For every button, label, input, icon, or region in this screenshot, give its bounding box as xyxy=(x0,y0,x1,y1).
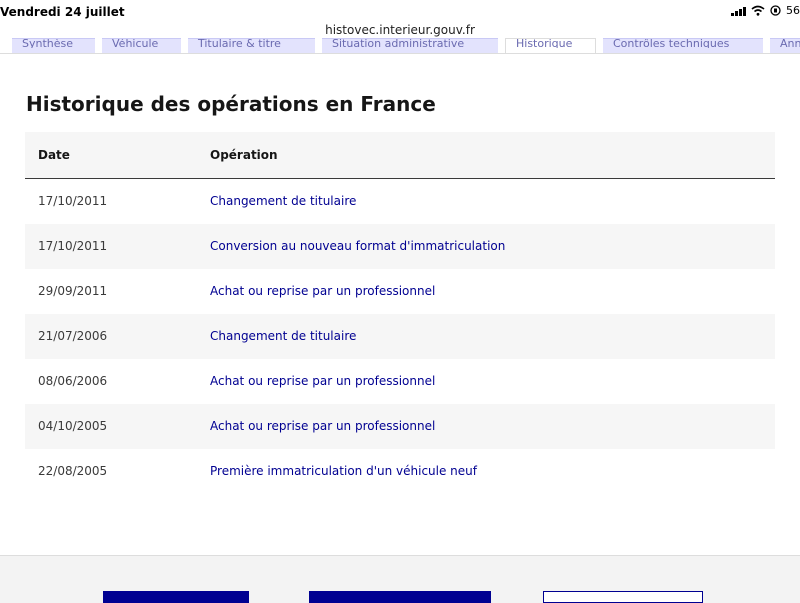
row-date: 21/07/2006 xyxy=(38,329,108,343)
table-row: 08/06/2006 Achat ou reprise par un profe… xyxy=(25,359,775,404)
tab-label: Titulaire & titre xyxy=(198,39,281,48)
action-button-secondary[interactable] xyxy=(543,591,703,603)
row-operation: Achat ou reprise par un professionnel xyxy=(210,374,436,388)
table-header: Date Opération xyxy=(25,132,775,179)
tab-strip: Synthèse Véhicule Titulaire & titre Situ… xyxy=(0,38,800,54)
table-row: 22/08/2005 Première immatriculation d'un… xyxy=(25,449,775,494)
row-date: 17/10/2011 xyxy=(38,239,108,253)
table-row: 17/10/2011 Conversion au nouveau format … xyxy=(25,224,775,269)
tab-annonce[interactable]: Annonce xyxy=(770,38,800,54)
operations-table: Date Opération 17/10/2011 Changement de … xyxy=(25,132,775,494)
orientation-lock-icon xyxy=(770,5,781,16)
row-operation: Première immatriculation d'un véhicule n… xyxy=(210,464,477,478)
status-icons: 56 xyxy=(731,4,800,17)
tab-label: Historique xyxy=(516,39,573,48)
table-row: 29/09/2011 Achat ou reprise par un profe… xyxy=(25,269,775,314)
row-operation: Achat ou reprise par un professionnel xyxy=(210,419,436,433)
tab-label: Situation administrative xyxy=(332,39,465,48)
row-operation: Conversion au nouveau format d'immatricu… xyxy=(210,239,506,253)
tab-titulaire[interactable]: Titulaire & titre xyxy=(188,38,315,54)
action-button-primary-1[interactable] xyxy=(103,591,249,603)
row-operation: Achat ou reprise par un professionnel xyxy=(210,284,436,298)
tab-controles-techniques[interactable]: Contrôles techniques xyxy=(603,38,763,54)
tab-situation-administrative[interactable]: Situation administrative xyxy=(322,38,498,54)
row-date: 08/06/2006 xyxy=(38,374,108,388)
table-row: 21/07/2006 Changement de titulaire xyxy=(25,314,775,359)
table-row: 17/10/2011 Changement de titulaire xyxy=(25,179,775,224)
row-date: 29/09/2011 xyxy=(38,284,108,298)
tab-historique[interactable]: Historique xyxy=(505,38,596,54)
column-header-operation: Opération xyxy=(210,148,278,162)
row-date: 04/10/2005 xyxy=(38,419,108,433)
row-operation: Changement de titulaire xyxy=(210,194,357,208)
tab-vehicule[interactable]: Véhicule xyxy=(102,38,181,54)
tab-label: Contrôles techniques xyxy=(613,39,730,48)
wifi-icon xyxy=(751,5,765,16)
row-operation: Changement de titulaire xyxy=(210,329,357,343)
action-button-primary-2[interactable] xyxy=(309,591,491,603)
history-panel: Historique des opérations en France Date… xyxy=(0,53,800,556)
tab-synthese[interactable]: Synthèse xyxy=(12,38,95,54)
tab-label: Véhicule xyxy=(112,39,159,48)
column-header-date: Date xyxy=(38,148,70,162)
url-text[interactable]: histovec.interieur.gouv.fr xyxy=(0,23,800,37)
status-time: Vendredi 24 juillet xyxy=(0,5,125,19)
signal-icon xyxy=(731,6,746,16)
tab-label: Synthèse xyxy=(22,39,74,48)
status-bar: Vendredi 24 juillet 56 xyxy=(0,0,800,22)
table-row: 04/10/2005 Achat ou reprise par un profe… xyxy=(25,404,775,449)
battery-level: 56 xyxy=(786,4,800,17)
row-date: 17/10/2011 xyxy=(38,194,108,208)
section-title: Historique des opérations en France xyxy=(26,92,436,116)
row-date: 22/08/2005 xyxy=(38,464,108,478)
tab-label: Annonce xyxy=(780,39,800,48)
